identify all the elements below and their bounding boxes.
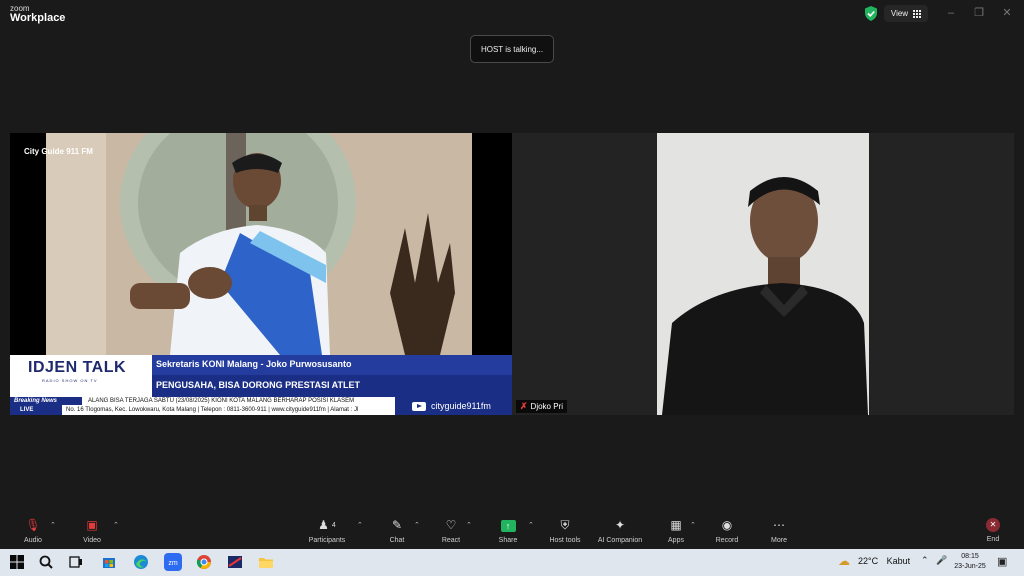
participants-button[interactable]: ♟ 4 Participants (299, 511, 355, 549)
record-icon: ◉ (721, 518, 733, 532)
more-icon: ⋯ (773, 518, 785, 532)
title-bar: zoom Workplace View – ❐ ✕ (0, 0, 1024, 28)
view-label: View (890, 9, 909, 18)
encryption-shield-icon[interactable] (864, 6, 878, 21)
svg-text:zm: zm (168, 560, 178, 567)
windows-taskbar: zm ☁ 22°C Kabut ⌃ 🎤 08:15 23-Jun-25 ▣ (0, 549, 1024, 576)
zoom-app-icon[interactable]: zm (164, 553, 182, 571)
mic-muted-icon: ✗ (520, 401, 528, 411)
youtube-channel-name: cityguide911fm (431, 401, 491, 411)
participant-name-tag: ✗ Djoko Pri (516, 400, 567, 413)
ai-companion-label: AI Companion (597, 537, 643, 544)
ai-companion-button[interactable]: ✦ AI Companion (592, 511, 648, 549)
weather-temp: 22°C (858, 556, 879, 566)
apps-button[interactable]: ▦ Apps (648, 511, 704, 549)
participants-options-chevron-icon[interactable]: ⌃ (357, 521, 363, 529)
media-app-icon[interactable] (227, 554, 243, 570)
weather-icon[interactable]: ☁ (838, 554, 850, 568)
view-button[interactable]: View (884, 5, 928, 22)
participants-label: Participants (308, 537, 346, 544)
video-button[interactable]: ▣ Video (64, 511, 120, 549)
video-off-icon: ▣ (86, 518, 98, 532)
headline-bottom-bar: PENGUSAHA, BISA DORONG PRESTASI ATLET (152, 375, 512, 397)
chat-button[interactable]: ✎ Chat (369, 511, 425, 549)
video-options-chevron-icon[interactable]: ⌃ (113, 521, 119, 529)
video-tile-left[interactable]: City Guide 911 FM IDJEN TALK RADIO SHOW … (10, 133, 512, 415)
microsoft-store-icon[interactable] (101, 554, 117, 570)
live-label: LIVE (10, 405, 62, 415)
weather-desc: Kabut (886, 556, 911, 566)
close-icon[interactable]: ✕ (1000, 6, 1014, 20)
show-title: IDJEN TALK (28, 359, 127, 376)
end-label: End (986, 536, 1000, 543)
news-ticker-2: LIVE No. 16 Tlogomas, Kec. Lowokwaru, Ko… (10, 405, 395, 415)
tray-overflow-chevron-icon[interactable]: ⌃ (921, 555, 929, 566)
system-clock[interactable]: 08:15 23-Jun-25 (952, 552, 988, 572)
headline-top-bar: Sekretaris KONI Malang - Joko Purwosusan… (152, 355, 512, 375)
react-button[interactable]: ♡ React (423, 511, 479, 549)
share-button[interactable]: ↑ Share (480, 511, 536, 549)
host-talking-notification: HOST is talking... (470, 35, 554, 63)
chrome-browser-icon[interactable] (196, 554, 212, 570)
show-subtitle: RADIO SHOW ON TV (42, 378, 98, 383)
restore-icon[interactable]: ❐ (972, 6, 986, 20)
more-button[interactable]: ⋯ More (751, 511, 807, 549)
notification-center-icon[interactable]: ▣ (997, 555, 1007, 568)
participant-video-feed (512, 133, 1014, 415)
broadcast-video-feed (10, 133, 512, 355)
audio-label: Audio (24, 537, 42, 544)
host-tools-label: Host tools (549, 537, 581, 544)
audio-button[interactable]: 🎙 Audio (5, 511, 61, 549)
news-ticker-1: Breaking News ALANG BISA TERJAGA SABTU (… (10, 397, 395, 405)
show-logo-box: IDJEN TALK RADIO SHOW ON TV (10, 355, 152, 397)
more-label: More (771, 537, 787, 544)
end-button[interactable]: ✕ End (965, 511, 1021, 549)
headline-bottom: PENGUSAHA, BISA DORONG PRESTASI ATLET (156, 380, 361, 390)
share-label: Share (498, 537, 518, 544)
chat-label: Chat (389, 537, 405, 544)
host-talking-text: HOST is talking... (480, 44, 544, 54)
sparkle-icon: ✦ (614, 518, 626, 532)
microphone-icon[interactable]: 🎤 (936, 555, 947, 566)
broadcast-lower-third: IDJEN TALK RADIO SHOW ON TV Sekretaris K… (10, 355, 512, 397)
search-icon[interactable] (38, 554, 54, 570)
minimize-icon[interactable]: – (944, 6, 958, 20)
share-options-chevron-icon[interactable]: ⌃ (528, 521, 534, 529)
weather-widget[interactable]: 22°C Kabut (858, 556, 910, 566)
record-label: Record (715, 537, 739, 544)
zoom-window: zoom Workplace View – ❐ ✕ HOST is talkin… (0, 0, 1024, 576)
ticker-1-text: ALANG BISA TERJAGA SABTU (23/08/2025) KI… (88, 398, 355, 404)
ticker-2-text: No. 16 Tlogomas, Kec. Lowokwaru, Kota Ma… (66, 407, 359, 413)
chat-options-chevron-icon[interactable]: ⌃ (414, 521, 420, 529)
breaking-news-label: Breaking News (10, 397, 82, 405)
audio-options-chevron-icon[interactable]: ⌃ (50, 521, 56, 529)
apps-label: Apps (668, 537, 684, 544)
cityguide-logo: City Guide 911 FM (24, 147, 93, 156)
react-label: React (441, 537, 461, 544)
host-tools-button[interactable]: ⛨ Host tools (537, 511, 593, 549)
clock-date: 23-Jun-25 (954, 563, 986, 570)
participant-name: Djoko Pri (530, 402, 563, 411)
task-view-icon[interactable] (68, 554, 84, 570)
host-tools-shield-icon: ⛨ (560, 518, 570, 532)
participants-count: 4 (331, 522, 336, 529)
youtube-channel-box: cityguide911fm (395, 397, 512, 415)
participants-icon: ♟ 4 (318, 518, 336, 532)
apps-options-chevron-icon[interactable]: ⌃ (690, 521, 696, 529)
youtube-icon (412, 402, 426, 411)
file-explorer-icon[interactable] (258, 554, 274, 570)
react-options-chevron-icon[interactable]: ⌃ (466, 521, 472, 529)
video-tile-right[interactable]: ✗ Djoko Pri (512, 133, 1014, 415)
record-button[interactable]: ◉ Record (699, 511, 755, 549)
end-icon: ✕ (986, 518, 1000, 532)
video-label: Video (83, 537, 101, 544)
windows-start-icon[interactable] (9, 554, 25, 570)
meeting-toolbar: 🎙 Audio ⌃ ▣ Video ⌃ ♟ 4 Participants ⌃ ✎ … (0, 511, 1024, 549)
edge-browser-icon[interactable] (133, 554, 149, 570)
clock-time: 08:15 (961, 553, 979, 560)
gallery-grid-icon (913, 9, 922, 18)
headline-top: Sekretaris KONI Malang - Joko Purwosusan… (156, 359, 352, 369)
app-brand-name: Workplace (10, 12, 66, 24)
